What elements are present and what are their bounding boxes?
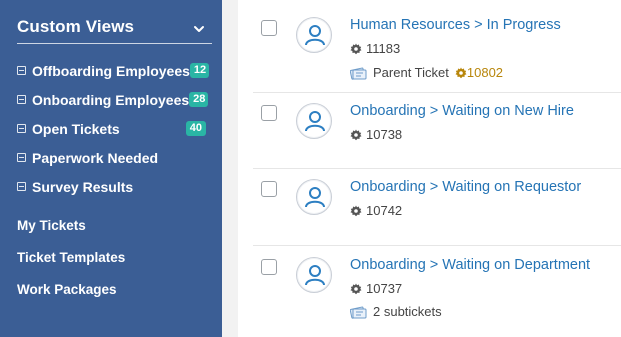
ticket-row: Onboarding > Waiting on New Hire 10738 bbox=[253, 92, 621, 168]
ticket-checkbox[interactable] bbox=[261, 105, 277, 121]
user-avatar-icon bbox=[296, 179, 332, 215]
sidebar: Custom Views Offboarding Employees 12 On… bbox=[0, 0, 222, 337]
nav-work-packages[interactable]: Work Packages bbox=[17, 278, 212, 310]
user-avatar-icon bbox=[296, 17, 332, 53]
gear-icon bbox=[350, 205, 362, 216]
user-avatar-icon bbox=[296, 257, 332, 293]
count-badge: 40 bbox=[185, 121, 206, 136]
parent-ticket-label: Parent Ticket bbox=[373, 65, 449, 80]
ticket-checkbox[interactable] bbox=[261, 20, 277, 36]
panel-gutter bbox=[222, 0, 238, 337]
view-item-onboarding-employees[interactable]: Onboarding Employees 28 bbox=[17, 85, 212, 114]
gear-icon bbox=[455, 67, 467, 78]
view-item-paperwork-needed[interactable]: Paperwork Needed bbox=[17, 143, 212, 172]
ticket-number-line: 10738 bbox=[350, 127, 402, 142]
ticket-title-link[interactable]: Onboarding > Waiting on Department bbox=[350, 257, 590, 273]
ticket-number-line: 10737 bbox=[350, 281, 402, 296]
count-badge: 28 bbox=[189, 92, 209, 107]
ticket-number-line: 10742 bbox=[350, 203, 402, 218]
ticket-checkbox[interactable] bbox=[261, 259, 277, 275]
list-icon bbox=[17, 66, 26, 75]
list-icon bbox=[17, 124, 26, 133]
custom-views-title: Custom Views bbox=[17, 17, 135, 36]
sidebar-nav: My Tickets Ticket Templates Work Package… bbox=[17, 214, 212, 310]
ticket-number: 10738 bbox=[366, 127, 403, 142]
view-item-label: Onboarding Employees bbox=[32, 91, 190, 108]
parent-ticket-line: Parent Ticket 10802 bbox=[350, 65, 503, 80]
view-item-label: Offboarding Employees bbox=[32, 62, 190, 79]
ticket-title-link[interactable]: Human Resources > In Progress bbox=[350, 17, 561, 33]
list-icon bbox=[17, 153, 26, 162]
subtickets-count: 2 subtickets bbox=[373, 304, 442, 319]
ticket-row: Onboarding > Waiting on Requestor 10742 bbox=[253, 168, 621, 245]
nav-my-tickets[interactable]: My Tickets bbox=[17, 214, 212, 246]
gear-icon bbox=[350, 43, 362, 54]
gear-icon bbox=[350, 283, 362, 294]
ticket-title-link[interactable]: Onboarding > Waiting on New Hire bbox=[350, 103, 574, 119]
ticket-number-line: 11183 bbox=[350, 41, 400, 56]
gear-icon bbox=[350, 129, 362, 140]
ticket-number: 10737 bbox=[366, 281, 403, 296]
parent-ticket-link[interactable]: 10802 bbox=[455, 65, 503, 80]
ticket-number: 10742 bbox=[366, 203, 403, 218]
view-item-offboarding-employees[interactable]: Offboarding Employees 12 bbox=[17, 56, 212, 85]
chevron-down-icon[interactable] bbox=[192, 22, 206, 36]
ticket-title-link[interactable]: Onboarding > Waiting on Requestor bbox=[350, 179, 581, 195]
ticket-list: Human Resources > In Progress 11183 Pare… bbox=[238, 0, 621, 337]
ticket-icon bbox=[350, 306, 367, 319]
view-item-label: Paperwork Needed bbox=[32, 149, 159, 166]
view-item-survey-results[interactable]: Survey Results bbox=[17, 172, 212, 201]
subtickets-line[interactable]: 2 subtickets bbox=[350, 304, 442, 319]
ticket-icon bbox=[350, 67, 367, 80]
view-item-open-tickets[interactable]: Open Tickets 40 bbox=[17, 114, 212, 143]
view-item-label: Survey Results bbox=[32, 178, 134, 195]
count-badge: 12 bbox=[189, 63, 209, 78]
ticket-checkbox[interactable] bbox=[261, 181, 277, 197]
list-icon bbox=[17, 182, 26, 191]
nav-ticket-templates[interactable]: Ticket Templates bbox=[17, 246, 212, 278]
custom-views-header[interactable]: Custom Views bbox=[17, 14, 212, 44]
list-icon bbox=[17, 95, 26, 104]
view-item-label: Open Tickets bbox=[32, 120, 120, 137]
ticket-row: Onboarding > Waiting on Department 10737… bbox=[253, 245, 621, 337]
ticket-row: Human Resources > In Progress 11183 Pare… bbox=[253, 0, 621, 92]
custom-views-list: Offboarding Employees 12 Onboarding Empl… bbox=[17, 56, 212, 201]
user-avatar-icon bbox=[296, 103, 332, 139]
parent-ticket-number: 10802 bbox=[466, 65, 504, 80]
ticket-number: 11183 bbox=[366, 41, 401, 56]
